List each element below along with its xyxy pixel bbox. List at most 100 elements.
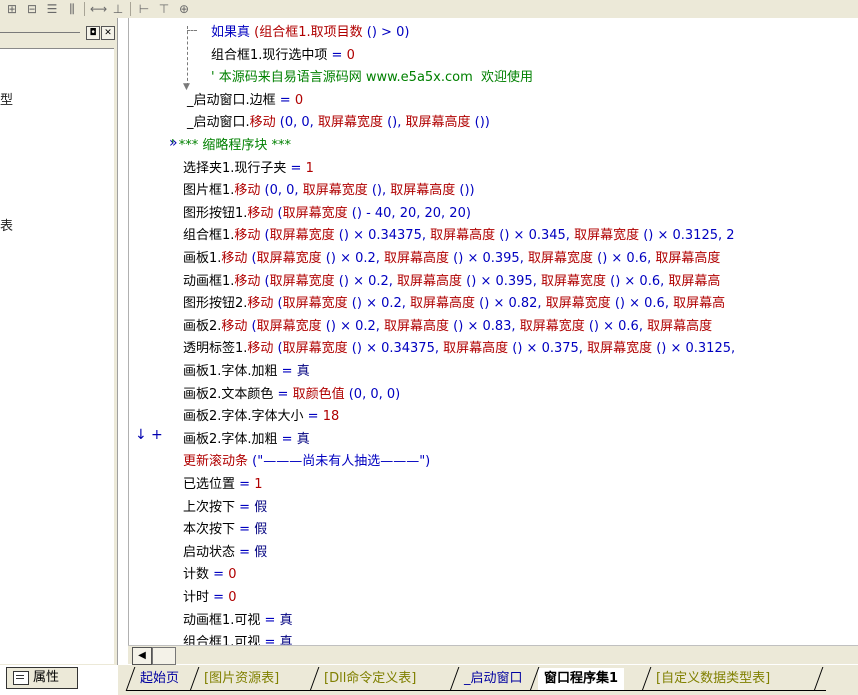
code-token: () × 0.6,: [592, 251, 656, 266]
code-token: 移动: [247, 205, 274, 221]
code-token: () × 0.3125, 2: [639, 228, 735, 244]
code-editor[interactable]: ▼ » ↓ + 如果真 (组合框1.取项目数 () > 0) 组合框1.现行选中项…: [128, 18, 858, 645]
tab-1[interactable]: 起始页: [134, 668, 185, 690]
code-token: (: [273, 296, 283, 312]
code-line[interactable]: 更新滚动条 ("———尚未有人抽选———"): [183, 451, 430, 473]
code-token: (),: [382, 115, 406, 131]
tab-2[interactable]: [图片资源表]: [198, 668, 285, 690]
distribute-v-icon[interactable]: ⊥: [110, 2, 126, 16]
code-token: 移动: [249, 115, 276, 131]
align-top-icon[interactable]: ☰: [44, 2, 60, 16]
code-line[interactable]: ' *** 缩略程序块 ***: [171, 135, 291, 157]
code-line[interactable]: 选择夹1.现行子夹 = 1: [183, 158, 314, 180]
code-token: 取屏幕宽度: [282, 205, 348, 221]
code-token: =: [277, 364, 297, 379]
tab-5[interactable]: 窗口程序集1: [538, 668, 625, 690]
align-middle-icon[interactable]: ⫼: [64, 2, 80, 16]
distribute-h-icon[interactable]: ⟷: [90, 2, 107, 16]
align-center-icon[interactable]: ⊟: [24, 2, 40, 16]
scroll-left-button[interactable]: ◀: [132, 647, 152, 665]
left-panel: ◘ ✕ 型 表: [0, 18, 118, 665]
code-token: () × 0.82,: [475, 296, 546, 312]
code-token: ()): [455, 183, 475, 199]
toolbar: ⊞ ⊟ ☰ ⫼ ⟷ ⊥ ⊢ ⊤ ⊕: [0, 0, 858, 19]
align-left-icon[interactable]: ⊞: [4, 2, 20, 16]
code-token: () × 0.6,: [584, 318, 648, 334]
code-token: 画板1.: [183, 251, 222, 266]
tab-6[interactable]: [自定义数据类型表]: [650, 668, 776, 690]
code-line[interactable]: 画板2.移动 (取屏幕宽度 () × 0.2, 取屏幕高度 () × 0.83,…: [183, 316, 712, 338]
scroll-thumb[interactable]: [152, 647, 176, 665]
code-line[interactable]: 图片框1.移动 (0, 0, 取屏幕宽度 (), 取屏幕高度 ()): [183, 180, 475, 202]
code-token: () × 0.3125,: [652, 341, 736, 357]
code-line[interactable]: ' 本源码来自易语言源码网 www.e5a5x.com 欢迎使用: [211, 67, 533, 89]
code-line[interactable]: _启动窗口.边框 = 0: [187, 90, 303, 112]
code-token: (0, 0,: [275, 115, 318, 131]
code-line[interactable]: 计时 = 0: [183, 587, 236, 609]
code-token: 0: [346, 47, 355, 63]
code-token: () × 0.6,: [605, 273, 669, 289]
code-line[interactable]: 透明标签1.移动 (取屏幕宽度 () × 0.34375, 取屏幕高度 () ×…: [183, 338, 735, 360]
code-token: () × 0.34375,: [347, 341, 444, 357]
code-line[interactable]: 组合框1.现行选中项 = 0: [211, 45, 355, 67]
code-line[interactable]: 画板2.字体.字体大小 = 18: [183, 406, 339, 428]
code-token: 动画框1.: [183, 273, 235, 289]
code-token: () × 0.83,: [449, 318, 520, 334]
code-line[interactable]: 画板2.字体.加粗 = 真: [183, 429, 310, 451]
code-token: 计数: [183, 567, 210, 583]
code-line[interactable]: 画板2.文本颜色 = 取颜色值 (0, 0, 0): [183, 384, 400, 406]
code-token: =: [327, 47, 347, 63]
code-token: 组合框1.可视: [183, 635, 261, 645]
property-list[interactable]: 型 表: [0, 48, 114, 664]
code-token: 移动: [221, 318, 248, 334]
code-token: () × 0.395,: [462, 273, 541, 289]
code-line[interactable]: 如果真 (组合框1.取项目数 () > 0): [211, 22, 409, 44]
same-width-icon[interactable]: ⊢: [136, 2, 152, 16]
same-height-icon[interactable]: ⊤: [156, 2, 172, 16]
code-token: 假: [254, 499, 268, 515]
code-line[interactable]: 计数 = 0: [183, 564, 236, 586]
code-line[interactable]: 组合框1.可视 = 真: [183, 632, 293, 645]
document-tabs: 起始页 [图片资源表] [Dll命令定义表] _启动窗口 窗口程序集1 [自定义数据类型表…: [118, 665, 858, 695]
code-line[interactable]: 已选位置 = 1: [183, 474, 262, 496]
code-token: 组合框1.: [183, 228, 235, 244]
code-line[interactable]: 组合框1.移动 (取屏幕宽度 () × 0.34375, 取屏幕高度 () × …: [183, 225, 735, 247]
code-token: 假: [254, 544, 268, 560]
code-token: (: [260, 228, 270, 244]
code-line[interactable]: _启动窗口.移动 (0, 0, 取屏幕宽度 (), 取屏幕高度 ()): [187, 112, 490, 134]
panel-grip[interactable]: [0, 32, 80, 33]
code-token: 取屏幕高度: [443, 341, 509, 357]
code-line[interactable]: 启动状态 = 假: [183, 542, 267, 564]
code-line[interactable]: 图形按钮1.移动 (取屏幕宽度 () - 40, 20, 20, 20): [183, 203, 471, 225]
code-line[interactable]: 画板1.字体.加粗 = 真: [183, 361, 310, 383]
code-token: _启动窗口.: [187, 115, 250, 131]
horizontal-scrollbar[interactable]: ◀: [128, 645, 858, 665]
code-token: 画板2.: [183, 318, 222, 334]
code-line[interactable]: 上次按下 = 假: [183, 497, 267, 519]
tab-4[interactable]: _启动窗口: [458, 668, 529, 690]
close-button[interactable]: ✕: [101, 26, 115, 40]
code-token: 取屏幕高度: [397, 273, 463, 289]
code-token: 更新滚动条: [183, 454, 249, 470]
code-token: (),: [367, 183, 391, 199]
tab-3[interactable]: [Dll命令定义表]: [318, 668, 422, 690]
code-token: () × 0.375,: [508, 341, 588, 357]
tab-divider: [813, 667, 824, 691]
add-line-icon[interactable]: +: [151, 427, 163, 443]
code-line[interactable]: 图形按钮2.移动 (取屏幕宽度 () × 0.2, 取屏幕高度 () × 0.8…: [183, 293, 725, 315]
code-line[interactable]: 画板1.移动 (取屏幕宽度 () × 0.2, 取屏幕高度 () × 0.395…: [183, 248, 720, 270]
same-size-icon[interactable]: ⊕: [176, 2, 192, 16]
code-token: 画板2.字体.加粗: [183, 431, 278, 447]
code-token: 画板2.字体.字体大小: [183, 409, 304, 425]
property-tab[interactable]: 属性: [6, 667, 78, 689]
code-line[interactable]: 动画框1.可视 = 真: [183, 610, 293, 632]
code-token: 图形按钮2.: [183, 296, 248, 312]
code-token: 真: [296, 364, 310, 379]
code-line[interactable]: 本次按下 = 假: [183, 519, 267, 541]
toolbar-separator: [84, 2, 85, 16]
code-line[interactable]: 动画框1.移动 (取屏幕宽度 () × 0.2, 取屏幕高度 () × 0.39…: [183, 271, 720, 293]
minimize-button[interactable]: ◘: [86, 26, 100, 40]
code-token: () > 0): [362, 25, 410, 40]
code-token: 启动状态: [183, 544, 236, 560]
code-token: 取屏幕宽度: [527, 251, 593, 266]
